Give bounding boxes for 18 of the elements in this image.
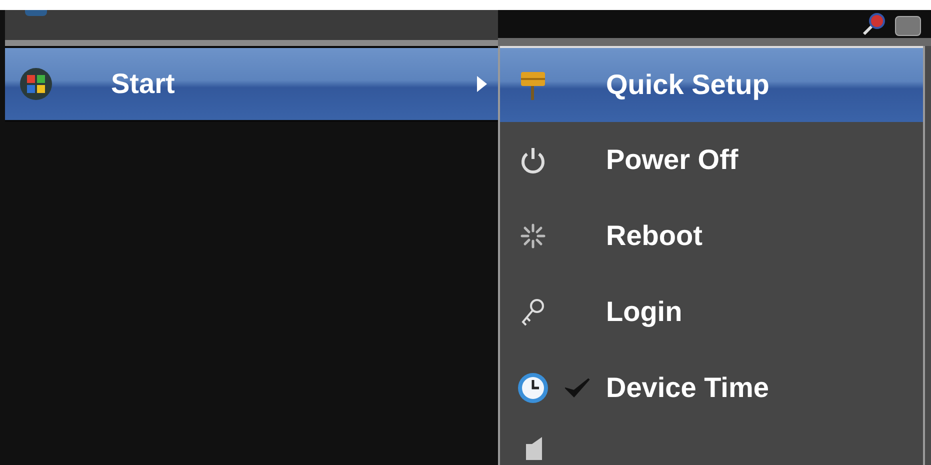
signpost-icon: [520, 70, 546, 100]
camera-icon[interactable]: [895, 16, 921, 36]
clock-icon: [517, 372, 549, 404]
menu-item-label: Start: [111, 67, 176, 101]
submenu-item-label: Reboot: [606, 219, 702, 253]
speaker-icon: [524, 436, 544, 460]
search-icon[interactable]: [861, 12, 887, 36]
menu-item[interactable]: Start: [5, 46, 498, 122]
submenu-item-label: Quick Setup: [606, 68, 770, 102]
submenu-item[interactable]: Quick Setup: [500, 46, 923, 122]
screen-icon: [25, 10, 47, 16]
key-icon: [520, 297, 546, 327]
submenu-item-label: Device Time: [606, 371, 769, 405]
spinner-icon: [520, 223, 546, 249]
submenu-item-label: Login: [606, 295, 682, 329]
submenu-item-label: Power Off: [606, 143, 738, 177]
power-icon: [520, 146, 546, 174]
windows-logo-icon: [19, 67, 53, 101]
